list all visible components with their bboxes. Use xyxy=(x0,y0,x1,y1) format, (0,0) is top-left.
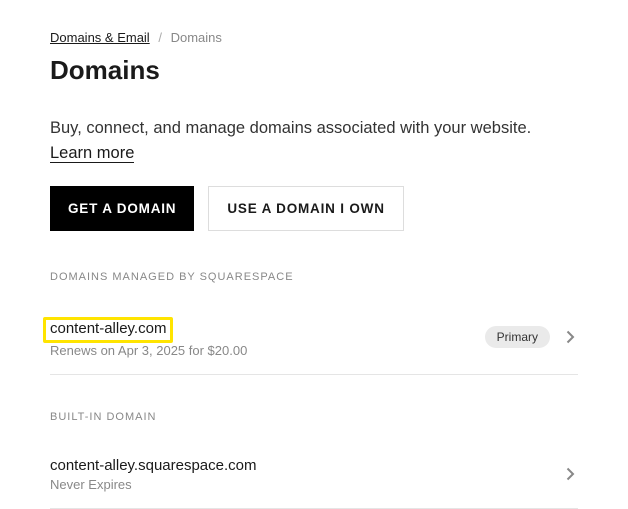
managed-section-label: DOMAINS MANAGED BY SQUARESPACE xyxy=(50,271,578,283)
domain-info: content-alley.com Renews on Apr 3, 2025 … xyxy=(50,317,485,358)
chevron-right-icon xyxy=(562,466,578,482)
breadcrumb: Domains & Email / Domains xyxy=(50,30,578,45)
breadcrumb-root-link[interactable]: Domains & Email xyxy=(50,30,150,45)
domain-right xyxy=(562,466,578,482)
use-domain-button[interactable]: USE A DOMAIN I OWN xyxy=(208,186,403,231)
domain-sub: Never Expires xyxy=(50,477,562,492)
domain-right: Primary xyxy=(485,326,578,348)
page-description: Buy, connect, and manage domains associa… xyxy=(50,116,578,166)
action-buttons: GET A DOMAIN USE A DOMAIN I OWN xyxy=(50,186,578,231)
highlight-annotation: content-alley.com xyxy=(43,317,173,343)
domain-info: content-alley.squarespace.com Never Expi… xyxy=(50,457,562,492)
description-text: Buy, connect, and manage domains associa… xyxy=(50,119,531,137)
learn-more-link[interactable]: Learn more xyxy=(50,144,134,163)
builtin-section-label: BUILT-IN DOMAIN xyxy=(50,411,578,423)
get-domain-button[interactable]: GET A DOMAIN xyxy=(50,186,194,231)
chevron-right-icon xyxy=(562,329,578,345)
domain-name: content-alley.com xyxy=(50,320,166,337)
domain-name: content-alley.squarespace.com xyxy=(50,457,562,474)
domain-sub: Renews on Apr 3, 2025 for $20.00 xyxy=(50,343,485,358)
domain-name-wrapper: content-alley.com xyxy=(50,317,485,343)
managed-domain-row[interactable]: content-alley.com Renews on Apr 3, 2025 … xyxy=(50,303,578,375)
page-title: Domains xyxy=(50,55,578,86)
builtin-domain-row[interactable]: content-alley.squarespace.com Never Expi… xyxy=(50,443,578,509)
breadcrumb-separator: / xyxy=(158,30,162,45)
breadcrumb-current: Domains xyxy=(171,30,222,45)
primary-badge: Primary xyxy=(485,326,550,348)
